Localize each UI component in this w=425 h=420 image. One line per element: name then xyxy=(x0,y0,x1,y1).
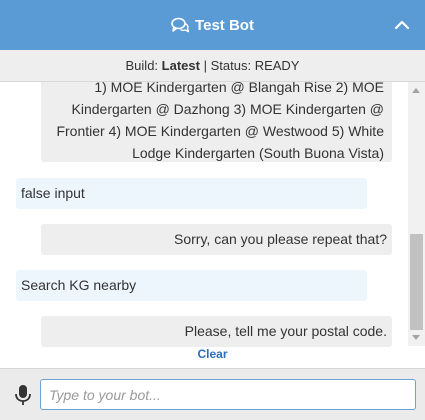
chat-bubbles-icon xyxy=(171,17,190,33)
scroll-down-arrow-icon[interactable] xyxy=(412,335,420,340)
input-bar xyxy=(0,368,425,420)
chat-header[interactable]: Test Bot xyxy=(0,0,425,50)
clear-link[interactable]: Clear xyxy=(0,347,425,367)
user-message: Search KG nearby xyxy=(16,270,367,301)
scroll-up-arrow-icon[interactable] xyxy=(412,88,420,93)
status-separator: | xyxy=(203,58,207,73)
bot-message: Sorry, can you please repeat that? xyxy=(41,224,392,255)
message-input[interactable] xyxy=(40,379,416,410)
build-label: Build: xyxy=(125,58,159,73)
bot-message: 1) MOE Kindergarten @ Blangah Rise 2) MO… xyxy=(41,82,392,162)
message-scrollbar[interactable] xyxy=(408,82,425,346)
status-text: Status: READY xyxy=(210,58,300,73)
build-value: Latest xyxy=(161,58,200,73)
message-list[interactable]: 1) MOE Kindergarten @ Blangah Rise 2) MO… xyxy=(0,82,408,368)
bot-title: Test Bot xyxy=(195,16,254,34)
user-message: false input xyxy=(16,178,367,209)
chevron-up-icon[interactable] xyxy=(393,16,411,34)
bot-message: Please, tell me your postal code. xyxy=(41,316,392,347)
header-title-group: Test Bot xyxy=(171,17,254,34)
microphone-icon[interactable] xyxy=(13,384,33,406)
build-status-bar: Build: Latest | Status: READY xyxy=(0,50,425,82)
scrollbar-thumb[interactable] xyxy=(410,234,423,330)
